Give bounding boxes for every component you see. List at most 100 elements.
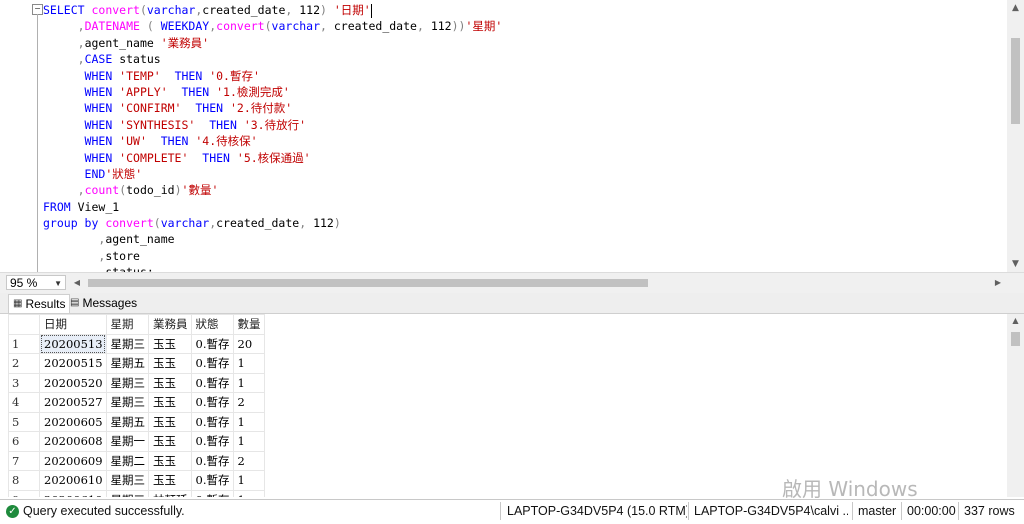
grid-cell[interactable]: 20200520 bbox=[39, 372, 107, 393]
code-line[interactable]: FROM View_1 bbox=[43, 199, 502, 215]
code-line[interactable]: ,count(todo_id)'數量' bbox=[43, 182, 502, 198]
results-grid[interactable]: 日期 星期 業務員 狀態 數量 1 20200513 星期三 玉玉 0.暫存 20 2 202… bbox=[8, 314, 265, 497]
scroll-up-icon[interactable]: ▲ bbox=[1007, 0, 1024, 16]
scroll-up-icon[interactable]: ▲ bbox=[1007, 314, 1024, 328]
grid-cell[interactable]: 林軒廷 bbox=[148, 489, 192, 497]
table-row[interactable]: 4 20200527 星期三 玉玉 0.暫存 2 bbox=[8, 392, 265, 413]
grid-cell[interactable]: 1 bbox=[232, 431, 265, 452]
grid-cell[interactable]: 0.暫存 bbox=[190, 470, 234, 491]
grid-cell[interactable]: 1 bbox=[232, 470, 265, 491]
zoom-select[interactable]: 95 % ▼ bbox=[6, 275, 66, 290]
grid-cell[interactable]: 20200527 bbox=[39, 392, 107, 413]
row-number[interactable]: 4 bbox=[8, 392, 40, 413]
code-line[interactable]: ,agent_name '業務員' bbox=[43, 35, 502, 51]
row-number[interactable]: 2 bbox=[8, 353, 40, 374]
column-header[interactable]: 狀態 bbox=[190, 314, 234, 335]
grid-cell[interactable]: 20200513 bbox=[39, 333, 107, 354]
table-row[interactable]: 1 20200513 星期三 玉玉 0.暫存 20 bbox=[8, 333, 265, 354]
scroll-down-icon[interactable]: ▼ bbox=[1007, 256, 1024, 272]
table-row[interactable]: 3 20200520 星期三 玉玉 0.暫存 1 bbox=[8, 372, 265, 393]
grid-cell[interactable]: 0.暫存 bbox=[190, 353, 234, 374]
code-line[interactable]: WHEN 'APPLY' THEN '1.檢測完成' bbox=[43, 84, 502, 100]
grid-cell[interactable]: 0.暫存 bbox=[190, 392, 234, 413]
row-number[interactable]: 3 bbox=[8, 372, 40, 393]
grid-cell[interactable]: 0.暫存 bbox=[190, 411, 234, 432]
row-number[interactable]: 5 bbox=[8, 411, 40, 432]
code-line[interactable]: WHEN 'COMPLETE' THEN '5.核保通過' bbox=[43, 150, 502, 166]
grid-cell[interactable]: 星期五 bbox=[105, 353, 150, 374]
grid-cell[interactable]: 星期三 bbox=[105, 372, 150, 393]
grid-cell[interactable]: 0.暫存 bbox=[190, 333, 234, 354]
grid-cell[interactable]: 玉玉 bbox=[148, 470, 192, 491]
grid-vertical-scrollbar[interactable]: ▲ bbox=[1007, 314, 1024, 497]
grid-cell[interactable]: 玉玉 bbox=[148, 450, 192, 471]
grid-cell[interactable]: 星期五 bbox=[105, 411, 150, 432]
grid-cell[interactable]: 玉玉 bbox=[148, 353, 192, 374]
tab-messages[interactable]: ▤ Messages bbox=[66, 294, 141, 312]
table-row[interactable]: 920200610星期三林軒廷0.暫存1 bbox=[8, 489, 265, 497]
code-line[interactable]: WHEN 'TEMP' THEN '0.暫存' bbox=[43, 68, 502, 84]
code-line[interactable]: WHEN 'CONFIRM' THEN '2.待付款' bbox=[43, 100, 502, 116]
sql-code[interactable]: SELECT convert(varchar,created_date, 112… bbox=[43, 2, 502, 272]
grid-cell[interactable]: 1 bbox=[232, 411, 265, 432]
code-line[interactable]: group by convert(varchar,created_date, 1… bbox=[43, 215, 502, 231]
code-line[interactable]: END'狀態' bbox=[43, 166, 502, 182]
column-header[interactable]: 星期 bbox=[105, 314, 150, 335]
grid-cell[interactable]: 玉玉 bbox=[148, 372, 192, 393]
chevron-down-icon[interactable]: ▼ bbox=[54, 276, 62, 291]
code-line[interactable]: ,CASE status bbox=[43, 51, 502, 67]
editor-vertical-scrollbar[interactable]: ▲ ▼ bbox=[1007, 0, 1024, 272]
row-number[interactable]: 8 bbox=[8, 470, 40, 491]
grid-cell[interactable]: 星期三 bbox=[105, 489, 150, 497]
scroll-right-icon[interactable]: ▶ bbox=[991, 276, 1005, 290]
code-line[interactable]: ,agent_name bbox=[43, 231, 502, 247]
grid-cell[interactable]: 玉玉 bbox=[148, 333, 192, 354]
scrollbar-thumb[interactable] bbox=[1011, 332, 1020, 346]
grid-cell[interactable]: 1 bbox=[232, 489, 265, 497]
grid-cell[interactable]: 星期三 bbox=[105, 333, 150, 354]
tab-results[interactable]: ▦ Results bbox=[8, 294, 71, 313]
code-line[interactable]: WHEN 'SYNTHESIS' THEN '3.待放行' bbox=[43, 117, 502, 133]
column-header[interactable]: 數量 bbox=[232, 314, 265, 335]
table-row[interactable]: 7 20200609 星期二 玉玉 0.暫存 2 bbox=[8, 450, 265, 471]
row-number[interactable]: 1 bbox=[8, 333, 40, 354]
grid-cell[interactable]: 20 bbox=[232, 333, 265, 354]
grid-cell[interactable]: 20200609 bbox=[39, 450, 107, 471]
grid-cell[interactable]: 1 bbox=[232, 372, 265, 393]
grid-cell[interactable]: 玉玉 bbox=[148, 392, 192, 413]
grid-cell[interactable]: 0.暫存 bbox=[190, 489, 234, 497]
grid-cell[interactable]: 星期三 bbox=[105, 392, 150, 413]
scrollbar-thumb[interactable] bbox=[1011, 38, 1020, 124]
grid-cell[interactable]: 2 bbox=[232, 392, 265, 413]
grid-cell[interactable]: 星期三 bbox=[105, 470, 150, 491]
table-row[interactable]: 2 20200515 星期五 玉玉 0.暫存 1 bbox=[8, 353, 265, 374]
grid-cell[interactable]: 0.暫存 bbox=[190, 372, 234, 393]
grid-cell[interactable]: 1 bbox=[232, 353, 265, 374]
grid-cell[interactable]: 星期二 bbox=[105, 450, 150, 471]
code-line[interactable]: ,DATENAME ( WEEKDAY,convert(varchar, cre… bbox=[43, 18, 503, 34]
sql-editor[interactable]: − SELECT convert(varchar,created_date, 1… bbox=[0, 0, 1024, 272]
code-line[interactable]: ,store bbox=[43, 248, 502, 264]
table-row[interactable]: 8 20200610 星期三 玉玉 0.暫存 1 bbox=[8, 470, 265, 491]
code-line[interactable]: SELECT convert(varchar,created_date, 112… bbox=[43, 2, 502, 18]
table-row[interactable]: 5 20200605 星期五 玉玉 0.暫存 1 bbox=[8, 411, 265, 432]
code-line[interactable]: ,status; bbox=[43, 264, 502, 272]
grid-cell[interactable]: 20200610 bbox=[39, 470, 107, 491]
scroll-left-icon[interactable]: ◀ bbox=[70, 276, 84, 290]
grid-cell[interactable]: 20200608 bbox=[39, 431, 107, 452]
column-header[interactable]: 日期 bbox=[39, 314, 107, 335]
grid-cell[interactable]: 玉玉 bbox=[148, 411, 192, 432]
grid-corner[interactable] bbox=[8, 314, 40, 335]
grid-cell[interactable]: 0.暫存 bbox=[190, 431, 234, 452]
grid-cell[interactable]: 20200605 bbox=[39, 411, 107, 432]
column-header[interactable]: 業務員 bbox=[148, 314, 192, 335]
row-number[interactable]: 6 bbox=[8, 431, 40, 452]
row-number[interactable]: 9 bbox=[8, 489, 40, 497]
grid-cell[interactable]: 20200515 bbox=[39, 353, 107, 374]
table-row[interactable]: 6 20200608 星期一 玉玉 0.暫存 1 bbox=[8, 431, 265, 452]
grid-cell[interactable]: 玉玉 bbox=[148, 431, 192, 452]
grid-cell[interactable]: 20200610 bbox=[39, 489, 107, 497]
grid-cell[interactable]: 2 bbox=[232, 450, 265, 471]
grid-cell[interactable]: 星期一 bbox=[105, 431, 150, 452]
scrollbar-thumb[interactable] bbox=[88, 279, 648, 287]
